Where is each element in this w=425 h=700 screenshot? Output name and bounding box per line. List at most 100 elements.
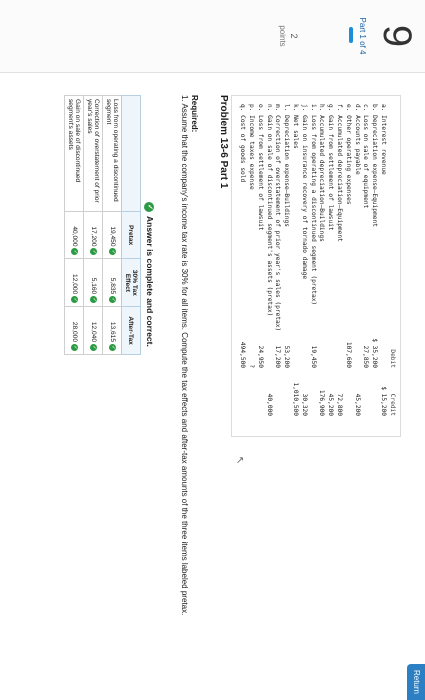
credit-amount: 176,900 <box>318 389 326 416</box>
correct-check-icon: ✓ <box>108 344 116 351</box>
account-name: k. Net sales <box>292 104 299 149</box>
ledger-row: o. Loss from settlement of lawsuit 24,950 <box>256 96 264 436</box>
account-name: n. Gain on sale of discontinued segment'… <box>265 104 273 317</box>
tax-cell[interactable]: 12,000✓ <box>64 258 84 307</box>
credit-amount: $ 15,200 <box>380 386 387 416</box>
tax-cell[interactable]: 5,160✓ <box>83 258 103 307</box>
account-name: d. Accounts payable <box>353 104 361 175</box>
debit-amount: ? <box>248 364 255 368</box>
credit-amount: 72,800 <box>336 393 343 416</box>
header-pretax: Pretax <box>121 211 141 259</box>
correct-check-icon: ✓ <box>89 344 97 351</box>
correct-check-icon: ✓ <box>70 248 78 256</box>
account-name: m. Correction of overstatement of prior … <box>274 104 282 332</box>
account-name: c. Loss on sale of equipment <box>362 104 370 209</box>
pretax-value: 40,000 <box>70 226 78 247</box>
account-name: p. Income taxes expense <box>248 104 255 190</box>
ledger-row: d. Accounts payable 45,200 <box>353 96 361 436</box>
debit-amount: 27,850 <box>362 345 370 368</box>
tax-value: 5,835 <box>108 277 116 295</box>
correct-check-icon: ✓ <box>70 344 78 351</box>
required-text: 1. Assume that the company's income tax … <box>180 95 189 616</box>
points-value: 2 <box>289 33 299 39</box>
problem-title: Problem 13-6 Part 1 <box>218 95 229 189</box>
debit-header: Debit <box>389 349 396 368</box>
credit-header: Credit <box>389 393 396 416</box>
part-indicator: Part 1 of 4 <box>358 17 367 55</box>
tax-value: 5,160 <box>89 277 97 295</box>
account-name: q. Cost of goods sold <box>239 104 247 183</box>
after-tax-value: 12,040 <box>89 321 97 342</box>
ledger-row: a. Interest revenue $ 15,200 <box>379 96 387 436</box>
row-label: Loss from operating a discontinued segme… <box>102 95 122 212</box>
credit-amount: 1,010,500 <box>292 382 299 416</box>
account-name: f. Accumulated depreciation—Equipment <box>336 104 343 242</box>
ledger-row: q. Cost of goods sold 494,500 <box>238 96 246 436</box>
account-name: a. Interest revenue <box>380 104 387 175</box>
account-name: o. Loss from settlement of lawsuit <box>256 104 264 231</box>
table-row: Gain on sale of discontinued segment's a… <box>64 95 84 355</box>
ledger-row: i. Loss from operating a discontinued se… <box>309 96 317 436</box>
mouse-cursor-icon: ↖ <box>234 456 245 465</box>
after-tax-cell[interactable]: 13,615 ✓ <box>102 306 122 355</box>
debit-amount: 494,500 <box>239 341 247 368</box>
account-name: j. Gain on insurance recovery of tornado… <box>300 104 308 280</box>
ledger-row: e. Other operating expenses 107,600 <box>344 96 352 436</box>
account-name: b. Depreciation expense—Equipment <box>371 104 379 227</box>
account-name: h. Accumulated depreciation—Buildings <box>318 104 326 242</box>
ledger-row: n. Gain on sale of discontinued segment'… <box>265 96 273 436</box>
credit-amount: 45,200 <box>327 393 335 416</box>
question-rail: 9 Part 1 of 4 2 points <box>0 0 425 73</box>
answer-banner-text: Answer is complete and correct. <box>145 216 155 347</box>
points-label: points <box>278 25 287 47</box>
debit-amount: $ 35,200 <box>371 338 379 368</box>
correct-check-icon: ✓ <box>108 296 116 304</box>
ledger-row: j. Gain on insurance recovery of tornado… <box>300 96 308 436</box>
after-tax-value: 13,615 <box>108 321 116 342</box>
credit-amount: 40,000 <box>265 393 273 416</box>
header-tax-effect: 30% Tax Effect <box>121 258 141 307</box>
answer-table-header: Pretax 30% Tax Effect After-Tax <box>121 95 141 355</box>
question-number: 9 <box>375 24 419 48</box>
tax-cell[interactable]: 5,835✓ <box>102 258 122 307</box>
table-row: Correction of overstatement of prior yea… <box>83 95 103 355</box>
account-name: e. Other operating expenses <box>344 104 352 205</box>
ledger-header: Debit Credit <box>388 96 396 436</box>
check-circle-icon: ✓ <box>144 202 155 212</box>
ledger-row: k. Net sales 1,010,500 <box>291 96 299 436</box>
ledger-row: f. Accumulated depreciation—Equipment 72,… <box>335 96 343 436</box>
account-name: l. Depreciation expense—Buildings <box>283 104 291 227</box>
correct-check-icon: ✓ <box>108 248 116 256</box>
required-label: Required: <box>190 95 199 133</box>
account-balances-card: Debit Credit a. Interest revenue $ 15,200… <box>231 95 401 437</box>
ledger-row: l. Depreciation expense—Buildings 53,200 <box>282 96 290 436</box>
after-tax-value: 28,000 <box>70 321 78 342</box>
after-tax-cell[interactable]: 12,040 ✓ <box>83 306 103 355</box>
ledger-row: h. Accumulated depreciation—Buildings 176… <box>317 96 325 436</box>
part-progress-bar <box>349 27 353 43</box>
ledger-row: p. Income taxes expense? <box>247 96 255 436</box>
rotated-page: 9 Part 1 of 4 2 points Return Debit Cred… <box>0 0 425 700</box>
row-label: Correction of overstatement of prior yea… <box>83 95 103 212</box>
table-row: Loss from operating a discontinued segme… <box>102 95 122 355</box>
answer-table: Pretax 30% Tax Effect After-Tax Loss fro… <box>64 95 141 355</box>
debit-amount: 19,450 <box>309 345 317 368</box>
ledger-row: b. Depreciation expense—Equipment $ 35,20… <box>370 96 378 436</box>
account-name: g. Gain from settlement of lawsuit <box>327 104 335 231</box>
account-name: i. Loss from operating a discontinued se… <box>309 104 317 306</box>
correct-check-icon: ✓ <box>89 248 97 256</box>
row-label: Gain on sale of discontinued segment's a… <box>64 95 84 212</box>
debit-amount: 17,200 <box>274 345 282 368</box>
ledger-row: c. Loss on sale of equipment 27,850 <box>361 96 369 436</box>
ledger-row: m. Correction of overstatement of prior … <box>273 96 281 436</box>
header-blank <box>121 95 141 212</box>
after-tax-cell[interactable]: 28,000 ✓ <box>64 306 84 355</box>
return-button[interactable]: Return <box>407 664 425 700</box>
credit-amount: 45,200 <box>353 393 361 416</box>
correct-check-icon: ✓ <box>70 296 78 304</box>
pretax-cell[interactable]: 17,200✓ <box>83 211 103 259</box>
pretax-cell[interactable]: 19,450✓ <box>102 211 122 259</box>
debit-amount: 24,950 <box>256 345 264 368</box>
pretax-cell[interactable]: 40,000✓ <box>64 211 84 259</box>
debit-amount: 107,600 <box>344 341 352 368</box>
